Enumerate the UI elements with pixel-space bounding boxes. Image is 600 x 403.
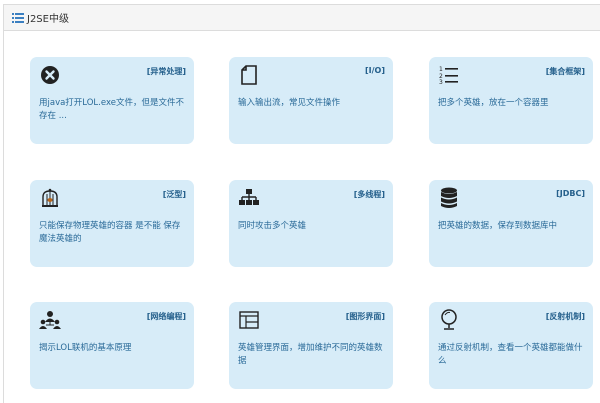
- close-circle-icon: [39, 64, 61, 86]
- card-description: 通过反射机制，查看一个英雄都能做什么: [438, 343, 583, 366]
- card-tag[interactable]: [网络编程]: [147, 311, 186, 322]
- card-description: 用java打开LOL.exe文件，但是文件不存在 ...: [39, 98, 184, 121]
- card-collections[interactable]: 1 2 3 [集合框架] 把多个英雄，放在一个容器里: [429, 57, 593, 144]
- card-description: 只能保存物理英雄的容器 是不能 保存魔法英雄的: [39, 221, 181, 244]
- window-layout-icon: [238, 309, 260, 331]
- database-icon: [438, 187, 460, 209]
- card-description: 输入输出流，常见文件操作: [238, 98, 341, 108]
- card-tag[interactable]: [反射机制]: [546, 311, 585, 322]
- card-tag[interactable]: [I/O]: [365, 66, 385, 75]
- card-io[interactable]: [I/O] 输入输出流，常见文件操作: [229, 57, 393, 144]
- mirror-icon: [438, 309, 460, 331]
- card-description: 把多个英雄，放在一个容器里: [438, 98, 549, 108]
- list-icon: [12, 12, 24, 24]
- card-multithreading[interactable]: [多线程] 同时攻击多个英雄: [229, 180, 393, 267]
- card-exception-handling[interactable]: [异常处理] 用java打开LOL.exe文件，但是文件不存在 ...: [30, 57, 194, 144]
- card-tag[interactable]: [JDBC]: [556, 189, 585, 198]
- card-jdbc[interactable]: [JDBC] 把英雄的数据，保存到数据库中: [429, 180, 593, 267]
- sitemap-icon: [238, 187, 260, 209]
- file-icon: [238, 64, 260, 86]
- ordered-list-icon: 1 2 3: [438, 64, 460, 86]
- card-tag[interactable]: [泛型]: [163, 189, 186, 200]
- birdcage-icon: [39, 187, 61, 209]
- card-generics[interactable]: [泛型] 只能保存物理英雄的容器 是不能 保存魔法英雄的: [30, 180, 194, 267]
- panel-title: J2SE中级: [27, 14, 69, 25]
- card-description: 同时攻击多个英雄: [238, 221, 307, 231]
- card-description: 英雄管理界面，增加维护不同的英雄数据: [238, 343, 383, 366]
- network-users-icon: [39, 309, 61, 331]
- card-tag[interactable]: [图形界面]: [346, 311, 385, 322]
- card-reflection[interactable]: [反射机制] 通过反射机制，查看一个英雄都能做什么: [429, 302, 593, 389]
- svg-text:3: 3: [439, 79, 443, 85]
- panel-header: J2SE中级: [4, 5, 600, 31]
- card-tag[interactable]: [多线程]: [354, 189, 385, 200]
- card-description: 揭示LOL联机的基本原理: [39, 343, 132, 353]
- card-tag[interactable]: [异常处理]: [147, 66, 186, 77]
- svg-text:1: 1: [439, 66, 443, 73]
- card-network-programming[interactable]: [网络编程] 揭示LOL联机的基本原理: [30, 302, 194, 389]
- card-description: 把英雄的数据，保存到数据库中: [438, 221, 558, 231]
- card-gui[interactable]: [图形界面] 英雄管理界面，增加维护不同的英雄数据: [229, 302, 393, 389]
- card-tag[interactable]: [集合框架]: [546, 66, 585, 77]
